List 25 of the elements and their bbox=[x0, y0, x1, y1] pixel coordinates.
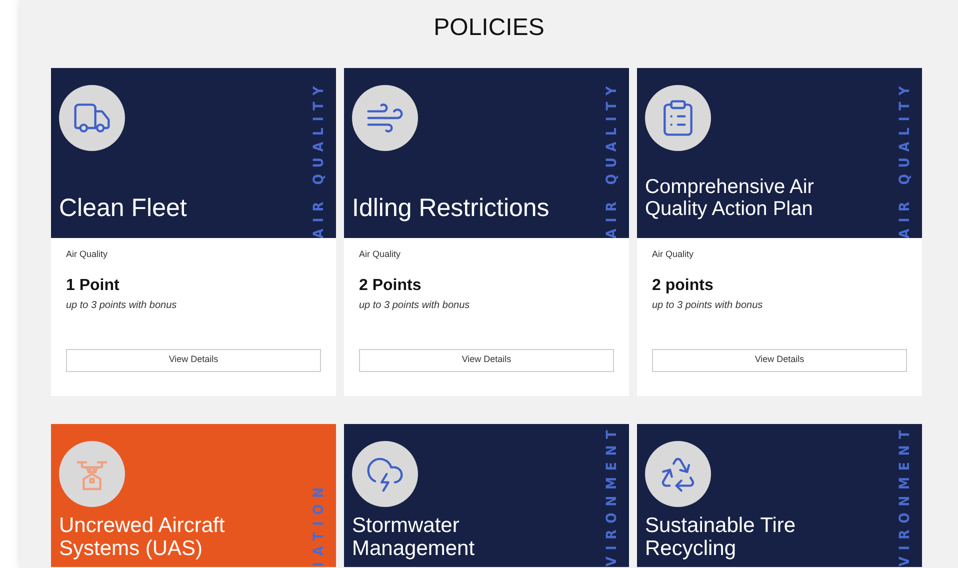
bonus-text: up to 3 points with bonus bbox=[66, 298, 178, 312]
category-text: Air Quality bbox=[359, 248, 402, 261]
page-heading: POLICIES bbox=[432, 13, 546, 43]
bonus-text: up to 3 points with bonus bbox=[652, 298, 764, 312]
card-title: Comprehensive Air Quality Action Plan bbox=[645, 176, 815, 222]
view-details-button[interactable]: View Details bbox=[652, 348, 907, 372]
card-title: Clean Fleet bbox=[59, 194, 187, 224]
points-text: 2 points bbox=[652, 276, 714, 296]
category-text: Air Quality bbox=[66, 248, 109, 261]
card-title: Stormwater Management bbox=[352, 514, 476, 560]
card-title: Idling Restrictions bbox=[352, 194, 550, 224]
category-side-label: VIRONMENT bbox=[896, 424, 914, 566]
category-side-label: AIR QUALITY bbox=[896, 80, 914, 238]
bonus-text: up to 3 points with bonus bbox=[359, 298, 471, 312]
view-details-button[interactable]: View Details bbox=[359, 348, 614, 372]
card-title: Uncrewed Aircraft Systems (UAS) bbox=[59, 514, 226, 560]
category-side-label: AIR QUALITY bbox=[310, 80, 328, 238]
view-details-button[interactable]: View Details bbox=[66, 348, 321, 372]
category-side-label: IATION bbox=[310, 480, 328, 566]
card-title: Sustainable Tire Recycling bbox=[645, 514, 797, 560]
category-text: Air Quality bbox=[652, 248, 695, 261]
category-side-label: AIR QUALITY bbox=[602, 80, 620, 238]
points-text: 2 Points bbox=[359, 276, 422, 296]
category-side-label: VIRONMENT bbox=[602, 424, 620, 566]
points-text: 1 Point bbox=[66, 276, 120, 296]
